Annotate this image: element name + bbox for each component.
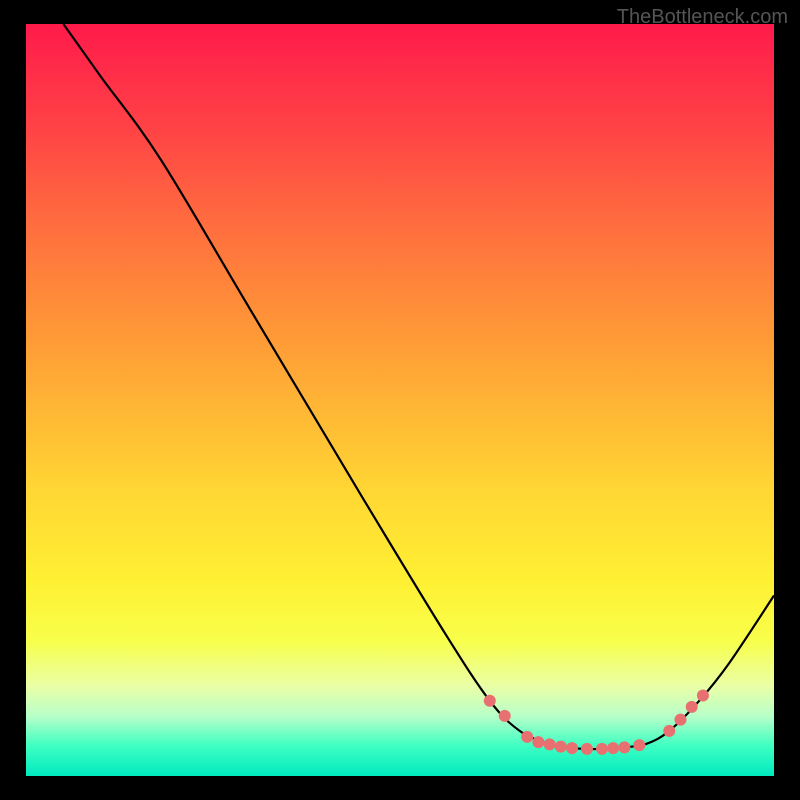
curve-marker-dot [581, 743, 593, 755]
curve-marker-dot [499, 710, 511, 722]
curve-marker-dot [607, 742, 619, 754]
curve-marker-dot [697, 690, 709, 702]
curve-marker-dot [618, 741, 630, 753]
bottleneck-curve-svg [26, 24, 774, 776]
curve-marker-dot [544, 738, 556, 750]
curve-marker-dot [555, 741, 567, 753]
curve-marker-dot [484, 695, 496, 707]
curve-marker-dot [521, 731, 533, 743]
curve-marker-dot [686, 701, 698, 713]
watermark-text: TheBottleneck.com [617, 6, 788, 29]
curve-marker-dot [633, 739, 645, 751]
curve-marker-dot [675, 714, 687, 726]
curve-markers [484, 690, 709, 755]
curve-marker-dot [596, 743, 608, 755]
curve-marker-dot [532, 736, 544, 748]
curve-marker-dot [566, 742, 578, 754]
bottleneck-curve-path [63, 24, 774, 749]
plot-area [26, 24, 774, 776]
curve-marker-dot [663, 725, 675, 737]
